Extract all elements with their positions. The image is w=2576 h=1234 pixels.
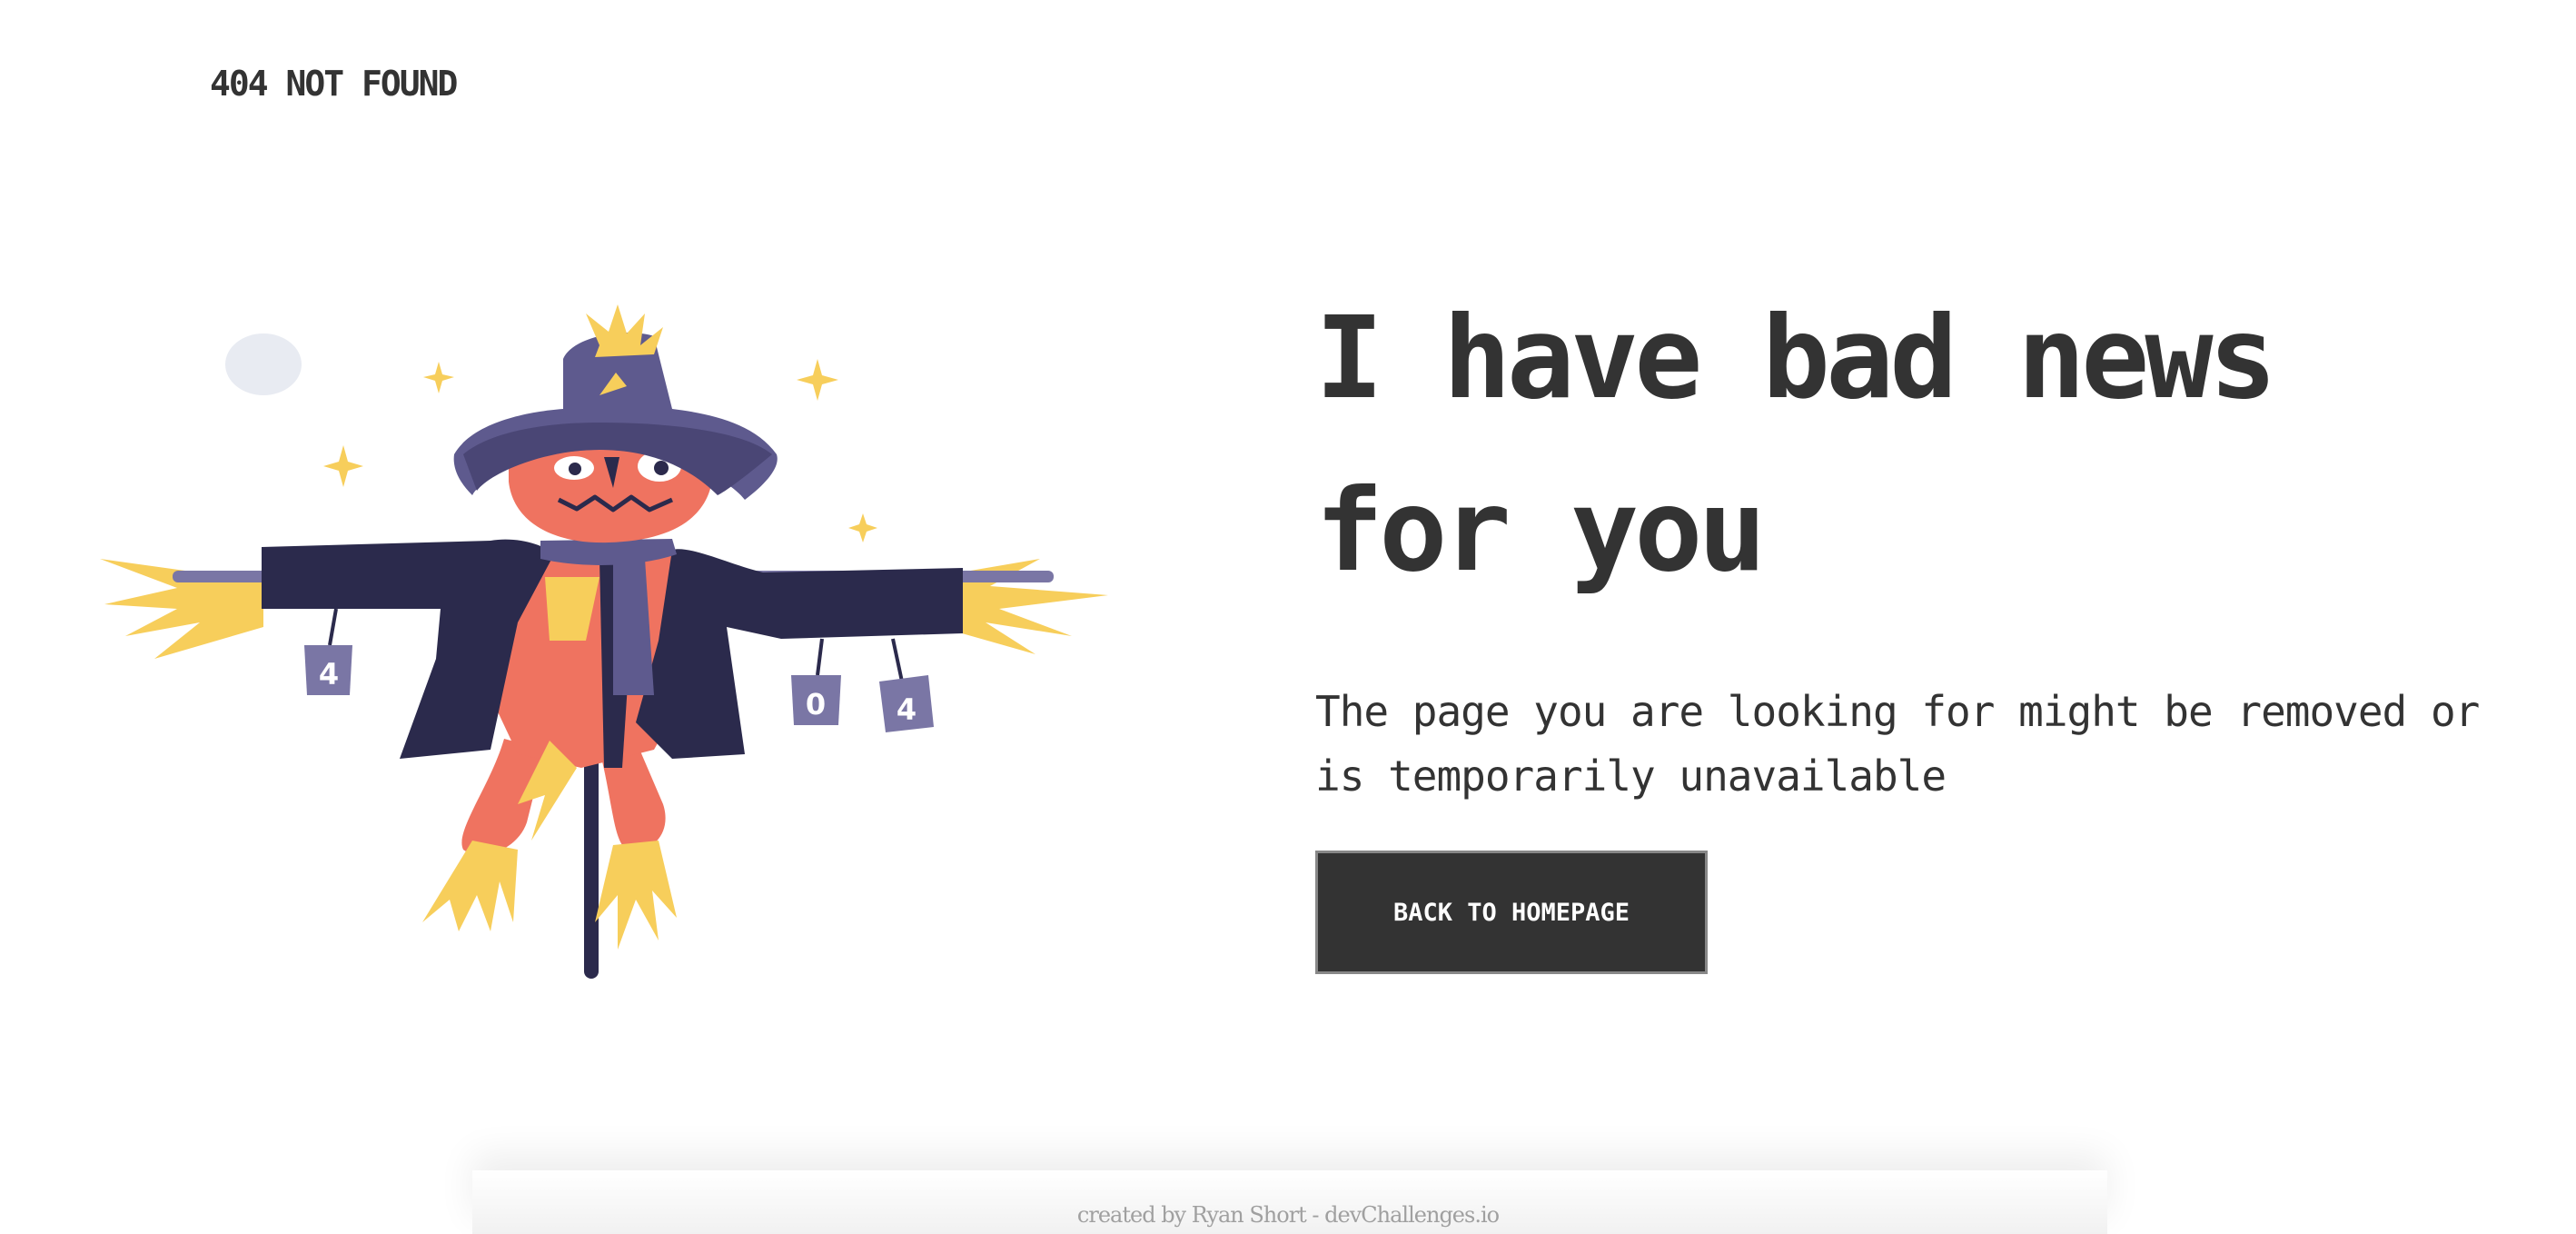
- can-label-1: 4: [319, 657, 339, 692]
- brand-logo[interactable]: 404 NOT FOUND: [210, 64, 458, 104]
- page-title: I have bad news for you: [1315, 293, 2277, 597]
- footer-credit[interactable]: created by Ryan Short - devChallenges.io: [0, 1202, 2576, 1228]
- moon-shape: [225, 333, 302, 395]
- page: 404 NOT FOUND 4 0 4 I have bad news for …: [0, 0, 2576, 1234]
- can-label-3: 4: [897, 692, 916, 727]
- scarecrow-illustration: 4 0 4: [100, 304, 1108, 979]
- can-label-2: 0: [806, 687, 826, 721]
- error-description: The page you are looking for might be re…: [1315, 687, 2480, 801]
- back-to-homepage-button[interactable]: BACK TO HOMEPAGE: [1315, 851, 1708, 974]
